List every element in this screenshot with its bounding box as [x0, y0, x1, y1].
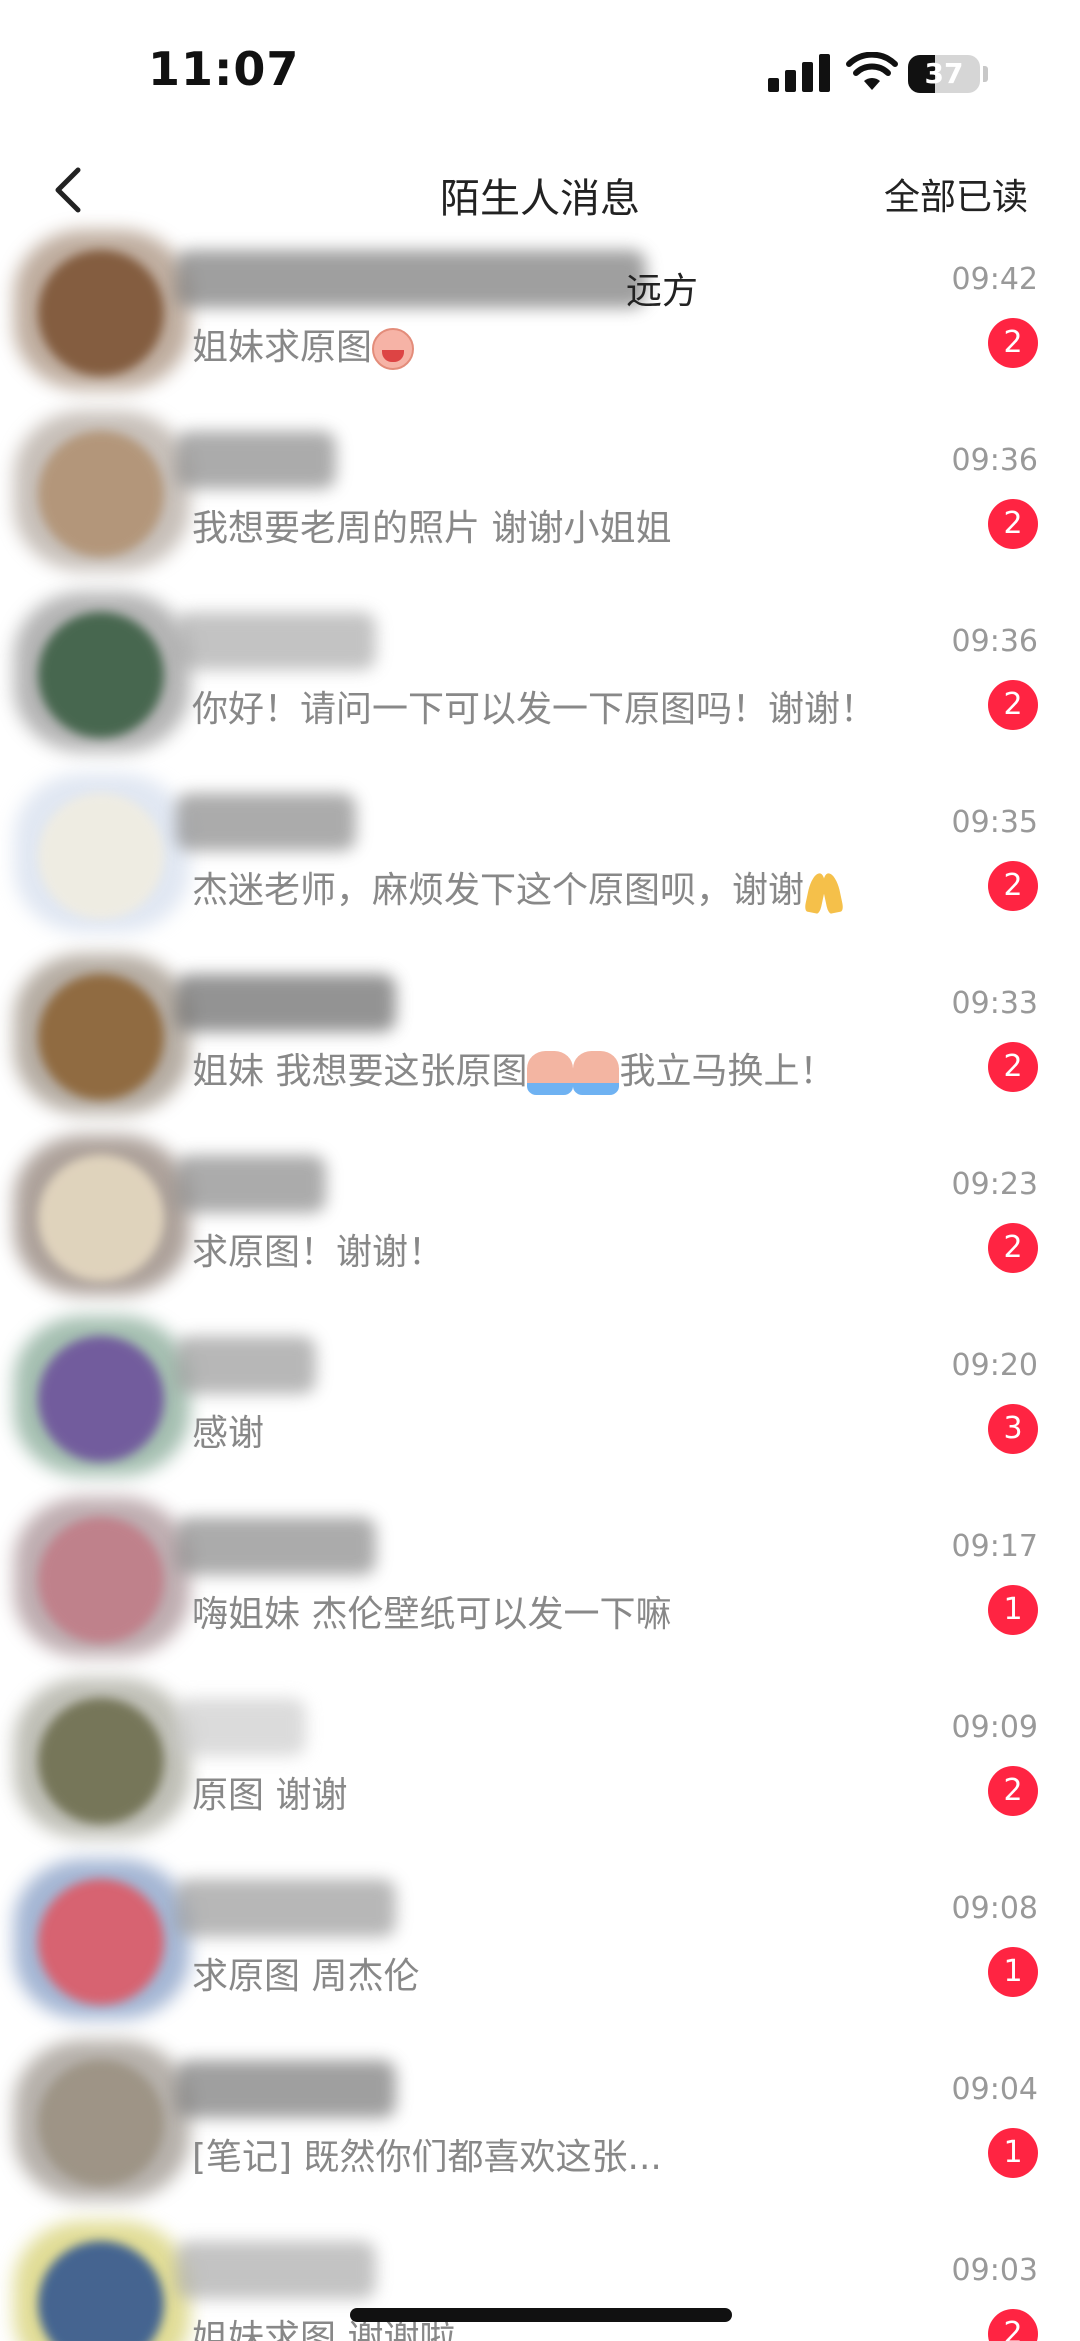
conversation-row[interactable]: 姐妹 我想要这张原图 我立马换上！ 09:33 2 [0, 946, 1080, 1127]
conversation-list: 远方 姐妹求原图 09:42 2 我想要老周的照片 谢谢小姐姐 09:36 2 你好！请问一下… [0, 222, 1080, 2341]
conversation-row[interactable]: 求原图 周杰伦 09:08 1 [0, 1851, 1080, 2032]
avatar[interactable] [38, 1879, 164, 2005]
message-time: 09:35 [951, 805, 1038, 840]
avatar[interactable] [38, 612, 164, 738]
unread-badge: 2 [988, 499, 1038, 549]
unread-badge: 2 [988, 318, 1038, 368]
sender-name-redacted [176, 2060, 396, 2118]
avatar[interactable] [38, 1155, 164, 1281]
avatar[interactable] [38, 431, 164, 557]
message-preview: 求原图！谢谢！ [192, 1223, 444, 1275]
message-time: 09:20 [951, 1348, 1038, 1383]
message-preview-text: 感谢 [192, 1413, 265, 1454]
message-time: 09:36 [951, 624, 1038, 659]
conversation-row[interactable]: 杰迷老师，麻烦发下这个原图呗，谢谢 09:35 2 [0, 765, 1080, 946]
message-preview: 原图 谢谢 [192, 1766, 347, 1818]
message-time: 09:42 [951, 262, 1038, 297]
avatar[interactable] [38, 2060, 164, 2186]
message-preview-suffix: 我立马换上！ [619, 1051, 836, 1092]
message-preview-text: 嗨姐妹 杰伦壁纸可以发一下嘛 [192, 1594, 672, 1635]
unread-badge: 2 [988, 1766, 1038, 1816]
sender-name-redacted [176, 793, 356, 851]
unread-badge: 2 [988, 680, 1038, 730]
unread-badge: 2 [988, 2309, 1038, 2341]
mark-all-read-button[interactable]: 全部已读 [884, 168, 1028, 220]
message-preview: 姐妹 我想要这张原图 我立马换上！ [192, 1042, 835, 1095]
sender-name-redacted [176, 974, 396, 1032]
message-preview-text: 求原图 周杰伦 [192, 1956, 420, 1997]
sender-name-redacted [176, 1517, 376, 1575]
message-preview-text: 姐妹求原图 [192, 327, 373, 368]
battery-percent: 37 [924, 57, 964, 90]
message-preview: [笔记] 既然你们都喜欢这张... [192, 2128, 662, 2180]
status-time: 11:07 [148, 42, 300, 96]
message-time: 09:17 [951, 1529, 1038, 1564]
unread-badge: 1 [988, 2128, 1038, 2178]
unread-badge: 1 [988, 1947, 1038, 1997]
sender-name-redacted [176, 1155, 326, 1213]
sender-name-redacted [176, 612, 376, 670]
battery-icon: 37 [908, 55, 980, 93]
sender-name-redacted [176, 1879, 396, 1937]
status-bar: 11:07 37 [0, 0, 1080, 140]
sender-name-redacted [176, 250, 646, 308]
avatar[interactable] [38, 250, 164, 376]
conversation-row[interactable]: 嗨姐妹 杰伦壁纸可以发一下嘛 09:17 1 [0, 1489, 1080, 1670]
message-preview: 嗨姐妹 杰伦壁纸可以发一下嘛 [192, 1585, 671, 1637]
message-preview: 杰迷老师，麻烦发下这个原图呗，谢谢 [192, 861, 844, 915]
conversation-row[interactable]: 远方姐妹求原图 09:42 2 [0, 222, 1080, 403]
sender-name: 远方 [626, 271, 699, 312]
avatar[interactable] [38, 1517, 164, 1643]
message-preview: 姐妹求原图 [192, 318, 415, 370]
wifi-icon [846, 52, 898, 90]
crying-emoji-icon [527, 1051, 574, 1095]
conversation-row[interactable]: 原图 谢谢 09:09 2 [0, 1670, 1080, 1851]
message-preview-text: 原图 谢谢 [192, 1775, 348, 1816]
cellular-signal-icon [768, 52, 832, 92]
unread-badge: 2 [988, 1042, 1038, 1092]
message-preview-text: 杰迷老师，麻烦发下这个原图呗，谢谢 [192, 870, 805, 911]
pray-emoji-icon [804, 869, 844, 915]
message-time: 09:33 [951, 986, 1038, 1021]
message-time: 09:08 [951, 1891, 1038, 1926]
conversation-row[interactable]: 你好！请问一下可以发一下原图吗！谢谢！ 09:36 2 [0, 584, 1080, 765]
avatar[interactable] [38, 1336, 164, 1462]
avatar[interactable] [38, 1698, 164, 1824]
unread-badge: 1 [988, 1585, 1038, 1635]
conversation-row[interactable]: 求原图！谢谢！ 09:23 2 [0, 1127, 1080, 1308]
emoji-face-icon [372, 328, 415, 370]
message-preview-text: 你好！请问一下可以发一下原图吗！谢谢！ [192, 689, 877, 730]
message-preview: 感谢 [192, 1404, 264, 1456]
message-preview-text: 我想要老周的照片 谢谢小姐姐 [192, 508, 672, 549]
crying-emoji-icon [573, 1051, 620, 1095]
sender-name-redacted [176, 1698, 306, 1756]
unread-badge: 2 [988, 1223, 1038, 1273]
home-indicator[interactable] [350, 2308, 732, 2322]
sender-name-redacted [176, 2241, 376, 2299]
message-preview-text: 求原图！谢谢！ [192, 1232, 445, 1273]
sender-name-redacted [176, 431, 336, 489]
message-time: 09:36 [951, 443, 1038, 478]
message-preview: 你好！请问一下可以发一下原图吗！谢谢！ [192, 680, 876, 732]
message-time: 09:09 [951, 1710, 1038, 1745]
unread-badge: 3 [988, 1404, 1038, 1454]
unread-badge: 2 [988, 861, 1038, 911]
avatar[interactable] [38, 974, 164, 1100]
sender-name-redacted [176, 1336, 316, 1394]
conversation-row[interactable]: [笔记] 既然你们都喜欢这张... 09:04 1 [0, 2032, 1080, 2213]
avatar[interactable] [38, 793, 164, 919]
message-time: 09:04 [951, 2072, 1038, 2107]
message-time: 09:03 [951, 2253, 1038, 2288]
battery-tip [983, 66, 988, 82]
message-time: 09:23 [951, 1167, 1038, 1202]
conversation-row[interactable]: 感谢 09:20 3 [0, 1308, 1080, 1489]
message-preview: 求原图 周杰伦 [192, 1947, 419, 1999]
message-preview-text: 姐妹 我想要这张原图 [192, 1051, 528, 1092]
message-preview: 我想要老周的照片 谢谢小姐姐 [192, 499, 671, 551]
message-preview-text: [笔记] 既然你们都喜欢这张... [192, 2137, 662, 2178]
conversation-row[interactable]: 我想要老周的照片 谢谢小姐姐 09:36 2 [0, 403, 1080, 584]
